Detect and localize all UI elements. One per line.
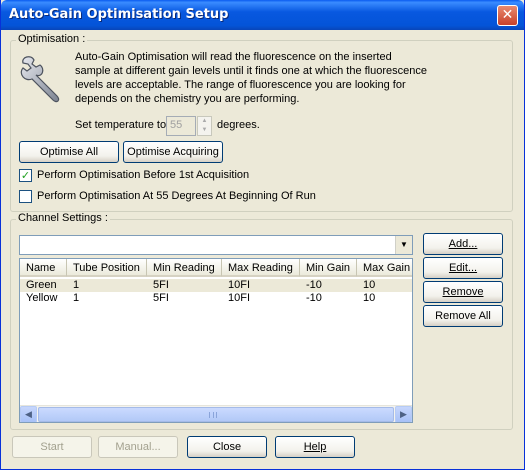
scroll-left-icon[interactable]: ◀ [20, 406, 37, 422]
channel-list-header: Name Tube Position Min Reading Max Readi… [20, 259, 412, 277]
manual-button[interactable]: Manual... [98, 436, 178, 458]
spin-down-icon[interactable]: ▼ [198, 126, 211, 135]
help-button[interactable]: Help [275, 436, 355, 458]
table-cell: -10 [306, 279, 322, 291]
horizontal-scrollbar[interactable]: ◀ ▶ [20, 405, 412, 422]
column-header-min-reading[interactable]: Min Reading [147, 259, 222, 277]
table-cell: Yellow [26, 292, 58, 304]
title-bar: Auto-Gain Optimisation Setup ✕ [1, 0, 524, 30]
table-cell: 5FI [153, 292, 169, 304]
column-header-min-gain[interactable]: Min Gain [300, 259, 357, 277]
table-row[interactable]: Yellow 1 5FI 10FI -10 10 [20, 292, 412, 305]
help-button-label: Help [303, 441, 327, 453]
channel-list[interactable]: Name Tube Position Min Reading Max Readi… [19, 258, 413, 423]
column-header-tube-position[interactable]: Tube Position [67, 259, 147, 277]
optimise-acquiring-button[interactable]: Optimise Acquiring [123, 141, 223, 163]
at-55-degrees-checkbox[interactable] [19, 190, 32, 203]
edit-button[interactable]: Edit... [423, 257, 503, 279]
table-cell: 10FI [228, 279, 251, 291]
table-cell: -10 [306, 292, 322, 304]
remove-all-button[interactable]: Remove All [423, 305, 503, 327]
channel-settings-group-label: Channel Settings : [16, 212, 110, 224]
chevron-down-icon[interactable]: ▼ [395, 236, 412, 254]
table-cell: 10FI [228, 292, 251, 304]
start-button[interactable]: Start [12, 436, 92, 458]
table-cell: 1 [73, 279, 80, 291]
at-55-degrees-label: Perform Optimisation At 55 Degrees At Be… [37, 190, 316, 202]
scroll-thumb[interactable] [38, 407, 394, 422]
optimisation-group-label: Optimisation : [16, 33, 88, 45]
wrench-icon [20, 56, 60, 103]
temperature-unit: degrees. [217, 119, 260, 131]
table-row[interactable]: Green 1 5FI 10FI -10 10 [20, 279, 412, 292]
temperature-input[interactable]: 55 [166, 116, 196, 136]
optimisation-description: Auto-Gain Optimisation will read the flu… [75, 51, 427, 105]
spin-up-icon[interactable]: ▲ [198, 117, 211, 126]
optimise-all-button[interactable]: Optimise All [19, 141, 119, 163]
dialog-window: Auto-Gain Optimisation Setup ✕ Optimisat… [0, 0, 525, 470]
scroll-right-icon[interactable]: ▶ [395, 406, 412, 422]
channel-combo[interactable]: ▼ [19, 235, 413, 255]
table-cell: 10 [363, 279, 376, 291]
before-acquisition-checkbox[interactable]: ✓ [19, 169, 32, 182]
close-button[interactable]: Close [187, 436, 267, 458]
column-header-name[interactable]: Name [20, 259, 67, 277]
table-cell: Green [26, 279, 57, 291]
add-button[interactable]: Add... [423, 233, 503, 255]
table-cell: 1 [73, 292, 80, 304]
window-title: Auto-Gain Optimisation Setup [9, 7, 229, 22]
remove-button-label: Remove [442, 286, 484, 298]
column-header-max-gain[interactable]: Max Gain [357, 259, 412, 277]
temperature-spinner[interactable]: ▲ ▼ [197, 116, 212, 136]
before-acquisition-label: Perform Optimisation Before 1st Acquisit… [37, 169, 250, 181]
edit-button-label: Edit... [448, 262, 478, 274]
table-cell: 5FI [153, 279, 169, 291]
remove-button[interactable]: Remove [423, 281, 503, 303]
table-cell: 10 [363, 292, 376, 304]
close-window-button[interactable]: ✕ [497, 5, 518, 26]
column-header-max-reading[interactable]: Max Reading [222, 259, 300, 277]
add-button-label: Add... [448, 238, 478, 250]
temperature-label: Set temperature to [75, 119, 167, 131]
